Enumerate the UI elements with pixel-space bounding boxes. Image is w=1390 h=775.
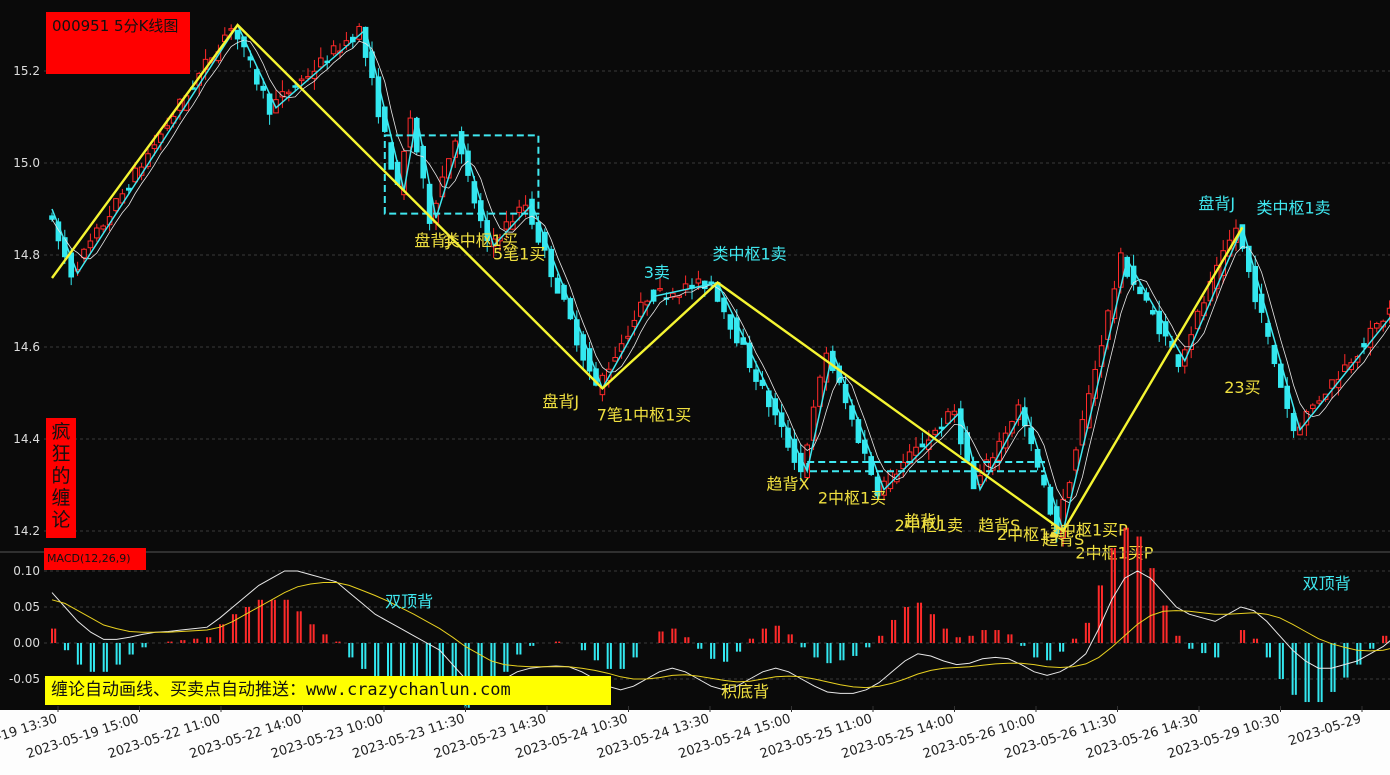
- candle-body: [823, 352, 830, 383]
- candle-body: [126, 187, 132, 191]
- candle-body: [100, 225, 107, 230]
- candle-body: [1150, 310, 1156, 315]
- candle-body: [330, 45, 337, 55]
- candle-body: [132, 167, 138, 183]
- candle-body: [1290, 412, 1297, 432]
- signal-label: 类中枢1卖: [1257, 199, 1331, 218]
- signal-label: 3卖: [644, 263, 670, 282]
- candle-body: [94, 227, 100, 239]
- chart-title: 000951 5分K线图: [46, 12, 190, 74]
- candle-body: [81, 248, 87, 259]
- price-tick-label: 14.2: [13, 524, 40, 538]
- candle-body: [1175, 354, 1182, 367]
- side-label: 疯狂的缠论: [46, 418, 76, 538]
- macd-tick-label: 0.05: [13, 600, 40, 614]
- candle-body: [612, 356, 619, 362]
- candle-body: [286, 91, 292, 95]
- price-tick-label: 14.8: [13, 248, 40, 262]
- price-tick-label: 15.0: [13, 156, 40, 170]
- candle-body: [1374, 323, 1380, 329]
- candle-body: [625, 335, 631, 339]
- macd-tick-label: 0.10: [13, 564, 40, 578]
- candle-body: [254, 69, 260, 85]
- macd-signal-label: 积底背: [721, 682, 769, 701]
- candle-body: [695, 278, 702, 284]
- signal-label: 2中枢1买: [818, 488, 886, 507]
- kline-chart[interactable]: 盘背J类中枢1买5笔1买盘背J7笔1中枢1买3卖类中枢1卖趋背X2中枢1买趋背J…: [0, 0, 1390, 775]
- candle-body: [727, 314, 734, 330]
- macd-tick-label: -0.05: [9, 672, 40, 686]
- signal-label: 盘背J: [1198, 194, 1235, 213]
- candle-body: [113, 198, 119, 212]
- candle-body: [945, 411, 951, 424]
- price-tick-label: 14.6: [13, 340, 40, 354]
- promo-text: 缠论自动画线、买卖点自动推送：: [51, 680, 306, 700]
- candle-body: [164, 125, 170, 129]
- signal-label: 类中枢1卖: [713, 245, 787, 264]
- candle-body: [657, 288, 663, 291]
- macd-tick-label: 0.00: [13, 636, 40, 650]
- macd-signal-label: 双顶背: [385, 592, 433, 611]
- candle-body: [932, 429, 939, 435]
- candle-body: [1342, 364, 1348, 373]
- candle-body: [151, 144, 158, 150]
- candle-body: [554, 277, 561, 294]
- macd-label: MACD(12,26,9): [44, 548, 146, 570]
- candle-body: [87, 240, 94, 249]
- candle-body: [298, 78, 305, 82]
- candle-body: [638, 301, 644, 317]
- candle-body: [260, 85, 266, 91]
- candle-body: [1041, 474, 1047, 486]
- signal-label: 23买: [1224, 378, 1260, 397]
- candle-body: [503, 221, 510, 230]
- price-tick-label: 15.2: [13, 64, 40, 78]
- price-tick-label: 14.4: [13, 432, 40, 446]
- candle-body: [951, 410, 958, 416]
- signal-label: 趋背X: [767, 475, 810, 494]
- candle-body: [913, 446, 919, 456]
- candle-body: [753, 369, 759, 382]
- candle-body: [631, 319, 638, 327]
- promo-url[interactable]: www.crazychanlun.com: [306, 680, 511, 700]
- candle-body: [318, 57, 324, 68]
- candle-body: [887, 471, 894, 490]
- chart-background: [0, 0, 1390, 775]
- signal-label: 2中枢1卖: [895, 516, 963, 535]
- signal-label: 5笔1买: [493, 245, 545, 264]
- macd-signal-label: 双顶背: [1303, 574, 1351, 593]
- candle-body: [919, 443, 926, 448]
- signal-label: 7笔1中枢1买: [597, 406, 692, 425]
- candle-body: [49, 215, 55, 220]
- promo-banner[interactable]: 缠论自动画线、买卖点自动推送：www.crazychanlun.com: [45, 676, 611, 705]
- candle-body: [1137, 286, 1143, 295]
- candle-body: [529, 198, 535, 225]
- candle-body: [1310, 404, 1316, 410]
- candle-body: [292, 85, 298, 88]
- signal-label: 盘背J: [542, 392, 579, 411]
- candle-body: [1361, 343, 1367, 348]
- candle-body: [234, 29, 241, 40]
- signal-label: 2中枢1买P: [1050, 521, 1128, 540]
- candle-body: [516, 206, 523, 213]
